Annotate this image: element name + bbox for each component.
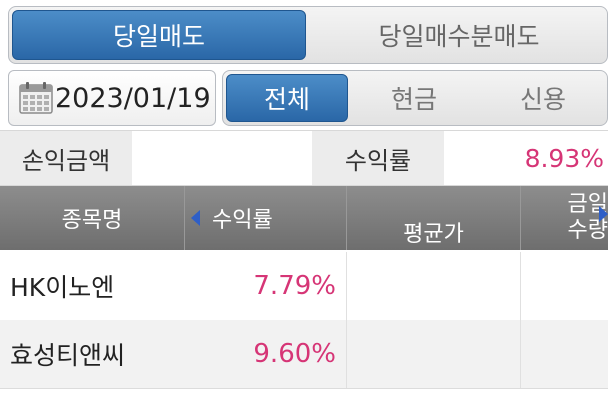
stock-name: 효성티앤씨 xyxy=(10,341,126,370)
arrow-right-icon[interactable] xyxy=(599,206,608,222)
header-return-rate[interactable]: 수익률 xyxy=(184,186,346,250)
stock-avg-price xyxy=(346,320,520,388)
tab-cash[interactable]: 현금 xyxy=(351,71,477,125)
header-stock-name: 종목명 xyxy=(61,208,123,233)
stock-today-qty xyxy=(520,252,608,320)
stock-return-rate: 7.79% xyxy=(253,271,336,301)
profit-amount-value xyxy=(132,131,312,185)
arrow-left-icon[interactable] xyxy=(191,210,200,226)
account-type-segmented-control: 전체 현금 신용 xyxy=(222,70,608,126)
stock-avg-price xyxy=(346,252,520,320)
header-avg-price: 평균가 xyxy=(346,186,520,250)
stock-return-rate: 9.60% xyxy=(253,339,336,369)
date-picker[interactable]: 2023/01/19 xyxy=(8,70,216,126)
tab-same-day-sell[interactable]: 당일매도 xyxy=(12,10,306,60)
summary-row: 손익금액 수익률 8.93% xyxy=(0,130,608,186)
tab-all[interactable]: 전체 xyxy=(226,74,348,122)
table-header: 종목명 수익률 평균가 금일 수량 xyxy=(0,186,608,250)
return-rate-value: 8.93% xyxy=(524,143,604,173)
return-rate-label: 수익률 xyxy=(312,131,444,185)
date-text: 2023/01/19 xyxy=(55,82,211,114)
table-row[interactable]: 효성티앤씨 9.60% xyxy=(0,320,608,389)
tab-credit[interactable]: 신용 xyxy=(477,71,607,125)
tab-same-day-buy-sell[interactable]: 당일매수분매도 xyxy=(309,7,607,63)
calendar-icon xyxy=(19,82,53,114)
trade-type-segmented-control: 당일매도 당일매수분매도 xyxy=(8,6,608,64)
stock-today-qty xyxy=(520,320,608,388)
stock-name: HK이노엔 xyxy=(10,273,115,302)
header-return-rate-label: 수익률 xyxy=(212,208,273,233)
header-today-qty: 금일 수량 xyxy=(520,186,608,250)
profit-amount-label: 손익금액 xyxy=(0,131,132,185)
table-row[interactable]: HK이노엔 7.79% xyxy=(0,252,608,320)
